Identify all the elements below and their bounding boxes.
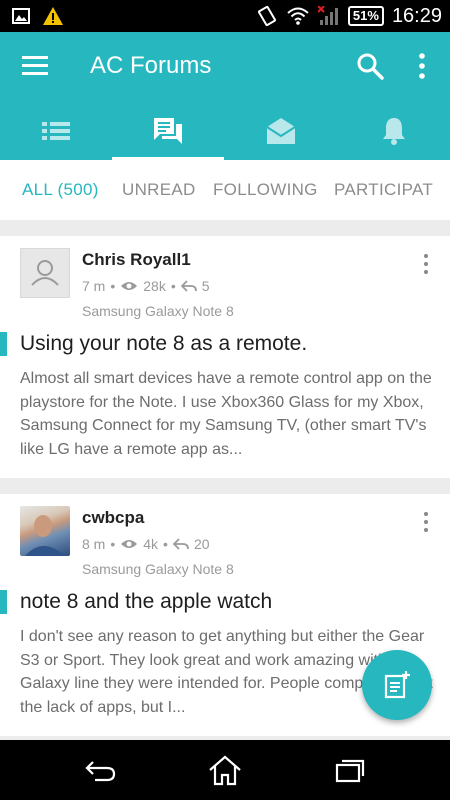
avatar[interactable] <box>20 506 70 556</box>
separator-dot: • <box>163 536 168 552</box>
image-notification-icon <box>12 8 30 24</box>
reply-count: 20 <box>193 536 210 552</box>
view-count: 4k <box>143 536 159 552</box>
list-icon <box>42 122 70 140</box>
mail-open-icon <box>266 118 296 144</box>
post-meta: 7 m • 28k • 5 <box>82 278 210 294</box>
system-nav-bar <box>0 740 450 800</box>
post-title[interactable]: note 8 and the apple watch <box>20 590 272 614</box>
home-button[interactable] <box>205 752 245 788</box>
post-age: 8 m <box>82 536 106 552</box>
tab-topics[interactable] <box>112 102 224 160</box>
menu-icon[interactable] <box>22 56 48 76</box>
signal-icon <box>317 6 338 25</box>
author-name[interactable]: cwbcpa <box>82 508 144 528</box>
filter-unread[interactable]: UNREAD <box>122 180 196 200</box>
forum-name[interactable]: Samsung Galaxy Note 8 <box>82 303 234 319</box>
topic-card[interactable]: Chris Royall1 7 m • 28k • 5 Samsung Gala… <box>0 236 450 478</box>
recent-apps-button[interactable] <box>330 752 370 788</box>
more-options-icon[interactable] <box>412 50 432 82</box>
avatar[interactable] <box>20 248 70 298</box>
eye-icon <box>121 282 138 290</box>
reply-icon <box>172 538 189 550</box>
post-title[interactable]: Using your note 8 as a remote. <box>20 332 307 356</box>
unread-indicator <box>0 590 7 614</box>
status-bar: 51% 16:29 <box>0 0 450 32</box>
reply-count: 5 <box>201 278 210 294</box>
back-button[interactable] <box>80 752 120 788</box>
view-count: 28k <box>143 278 166 294</box>
unread-indicator <box>0 332 7 356</box>
home-icon <box>209 755 241 786</box>
separator-dot: • <box>110 278 116 294</box>
user-photo <box>25 515 65 556</box>
bell-icon <box>383 118 405 145</box>
separator-dot: • <box>110 536 116 552</box>
card-options-icon[interactable] <box>422 512 430 536</box>
filter-all[interactable]: ALL (500) <box>22 180 99 200</box>
recent-apps-icon <box>335 759 365 783</box>
clock: 16:29 <box>391 4 442 27</box>
wifi-icon <box>287 7 309 25</box>
chat-icon <box>154 118 182 144</box>
back-icon <box>85 761 116 782</box>
filter-participating[interactable]: PARTICIPAT <box>334 180 433 200</box>
tab-messages[interactable] <box>225 102 337 160</box>
forum-name[interactable]: Samsung Galaxy Note 8 <box>82 561 234 577</box>
compose-icon <box>384 671 410 699</box>
post-meta: 8 m • 4k • 20 <box>82 536 210 552</box>
card-options-icon[interactable] <box>422 254 430 278</box>
author-name[interactable]: Chris Royall1 <box>82 250 191 270</box>
app-title: AC Forums <box>90 52 212 79</box>
app-bar: AC Forums <box>0 32 450 102</box>
tab-forums-list[interactable] <box>0 102 112 160</box>
battery-indicator: 51% <box>347 6 384 26</box>
new-topic-button[interactable] <box>362 650 432 720</box>
eye-icon <box>121 540 138 548</box>
tab-bar <box>0 102 450 160</box>
filter-bar: ALL (500) UNREAD FOLLOWING PARTICIPAT <box>0 160 450 220</box>
warning-icon <box>43 7 63 25</box>
default-user-icon <box>31 260 59 286</box>
post-excerpt: Almost all smart devices have a remote c… <box>20 370 432 458</box>
filter-following[interactable]: FOLLOWING <box>213 180 318 200</box>
post-age: 7 m <box>82 278 106 294</box>
separator-dot: • <box>170 278 176 294</box>
reply-icon <box>180 280 197 292</box>
vibrate-icon <box>257 5 276 27</box>
search-icon[interactable] <box>356 52 384 80</box>
tab-notifications[interactable] <box>338 102 450 160</box>
